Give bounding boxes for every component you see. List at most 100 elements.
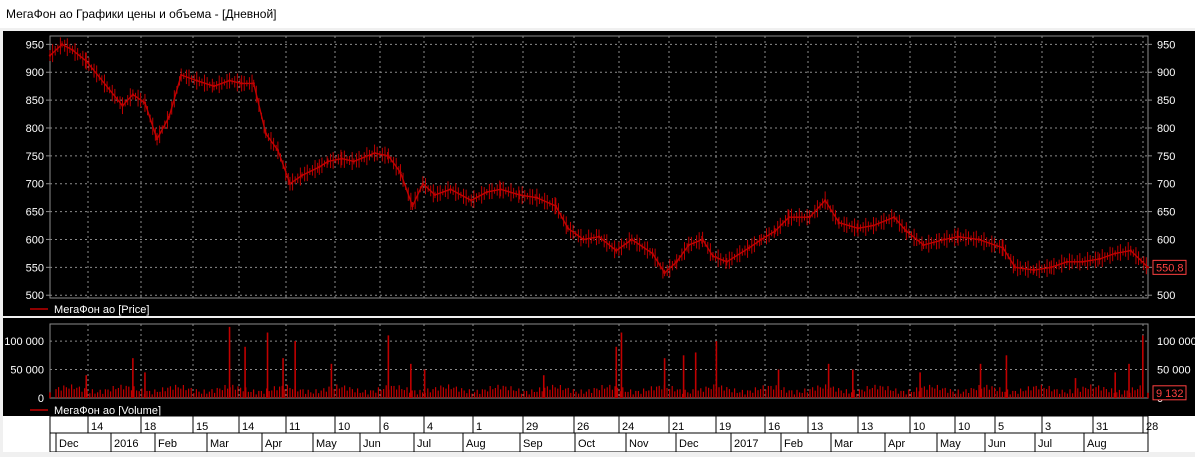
price-point xyxy=(615,249,618,252)
price-point xyxy=(760,238,763,241)
price-point xyxy=(956,235,960,238)
price-point xyxy=(180,73,183,77)
month-label: Jun xyxy=(363,438,381,450)
price-point xyxy=(893,215,896,219)
day-label: 13 xyxy=(811,421,823,433)
price-point xyxy=(326,160,330,163)
day-label: 10 xyxy=(338,421,350,433)
price-point xyxy=(630,238,634,241)
window-title: МегаФон ао Графики цены и объема - [Днев… xyxy=(6,7,277,21)
window-title-bar: МегаФон ао Графики цены и объема - [Днев… xyxy=(0,0,1195,29)
price-point xyxy=(276,149,280,152)
price-tick-label-left: 850 xyxy=(26,95,44,107)
price-tick-label-left: 750 xyxy=(26,151,44,163)
price-point xyxy=(663,271,666,275)
price-tick-label-left: 700 xyxy=(26,179,44,191)
price-point xyxy=(399,171,402,174)
price-point xyxy=(977,238,981,241)
price-point xyxy=(373,151,376,155)
price-point xyxy=(143,101,147,105)
price-point xyxy=(499,188,502,191)
month-label: Jul xyxy=(417,438,431,450)
price-point xyxy=(85,59,88,63)
price-point xyxy=(1001,246,1005,250)
price-point xyxy=(387,154,390,158)
price-point xyxy=(300,174,304,177)
price-point xyxy=(485,190,488,194)
day-label: 31 xyxy=(1096,421,1108,433)
chart-window: МегаФон ао Графики цены и объема - [Днев… xyxy=(0,0,1195,453)
day-label: 10 xyxy=(958,421,970,433)
price-point xyxy=(1081,260,1084,263)
volume-tick-label-right: 50 000 xyxy=(1157,365,1191,377)
price-tick-label-right: 950 xyxy=(1157,39,1175,51)
price-point xyxy=(340,157,343,160)
month-label: 2016 xyxy=(114,438,138,450)
price-tick-label-right: 850 xyxy=(1157,95,1175,107)
price-point xyxy=(433,193,437,197)
month-label: Oct xyxy=(578,438,595,450)
price-point xyxy=(747,246,751,250)
price-point xyxy=(787,215,791,219)
price-point xyxy=(131,93,135,96)
price-point xyxy=(1065,260,1069,263)
price-point xyxy=(725,260,728,263)
price-point xyxy=(1032,268,1036,272)
price-point xyxy=(212,84,216,88)
day-label: 1 xyxy=(476,421,482,433)
month-label: Sep xyxy=(523,438,543,450)
month-label: Nov xyxy=(629,438,649,450)
price-point xyxy=(264,132,268,135)
price-tick-label-right: 800 xyxy=(1157,123,1175,135)
price-last-value: 550.8 xyxy=(1156,262,1184,274)
price-tick-label-left: 600 xyxy=(26,234,44,246)
day-label: 21 xyxy=(672,421,684,433)
month-label: 2017 xyxy=(734,438,758,450)
price-point xyxy=(252,82,255,85)
price-point xyxy=(675,260,678,263)
month-label: Apr xyxy=(888,438,905,450)
price-point xyxy=(687,243,690,247)
price-point xyxy=(318,165,321,169)
chart-svg: 950 950900 900850 850800 800750 750700 700650 6… xyxy=(0,28,1195,453)
price-tick-label-right: 500 xyxy=(1157,290,1175,302)
chart-area: 950 950 900 900 850 850 800 800 750 750 700 700 650 6… xyxy=(0,28,1195,453)
price-point xyxy=(60,43,64,46)
price-point xyxy=(773,229,777,233)
price-panel xyxy=(3,31,1195,316)
day-label: 13 xyxy=(861,421,873,433)
price-point xyxy=(240,82,243,85)
day-label: 18 xyxy=(144,421,156,433)
price-point xyxy=(449,188,452,191)
price-tick-label-right: 750 xyxy=(1157,151,1175,163)
price-point xyxy=(121,104,124,107)
month-label: Jun xyxy=(988,438,1006,450)
price-point xyxy=(582,238,585,241)
price-tick-label-right: 900 xyxy=(1157,67,1175,79)
volume-panel xyxy=(3,318,1195,416)
price-point xyxy=(872,224,875,227)
month-label: Mar xyxy=(210,438,229,450)
price-point xyxy=(155,137,159,141)
day-label: 14 xyxy=(91,421,103,433)
price-point xyxy=(167,115,171,119)
day-label: 16 xyxy=(768,421,780,433)
price-tick-label-left: 650 xyxy=(26,207,44,219)
month-label: May xyxy=(940,438,961,450)
day-label: 15 xyxy=(196,421,208,433)
price-legend-label: МегаФон ао [Price] xyxy=(54,304,149,316)
price-point xyxy=(856,227,860,230)
month-label: Mar xyxy=(834,438,853,450)
price-tick-label-right: 650 xyxy=(1157,207,1175,219)
day-label: 19 xyxy=(719,421,731,433)
price-point xyxy=(518,193,521,197)
month-label: Jul xyxy=(1038,438,1052,450)
price-point xyxy=(1129,249,1132,252)
day-label: 4 xyxy=(427,421,433,433)
month-label: Feb xyxy=(784,438,803,450)
price-point xyxy=(1146,266,1150,269)
price-point xyxy=(1050,266,1053,269)
price-point xyxy=(470,199,473,202)
day-label: 11 xyxy=(289,421,300,433)
price-tick-label-left: 800 xyxy=(26,123,44,135)
